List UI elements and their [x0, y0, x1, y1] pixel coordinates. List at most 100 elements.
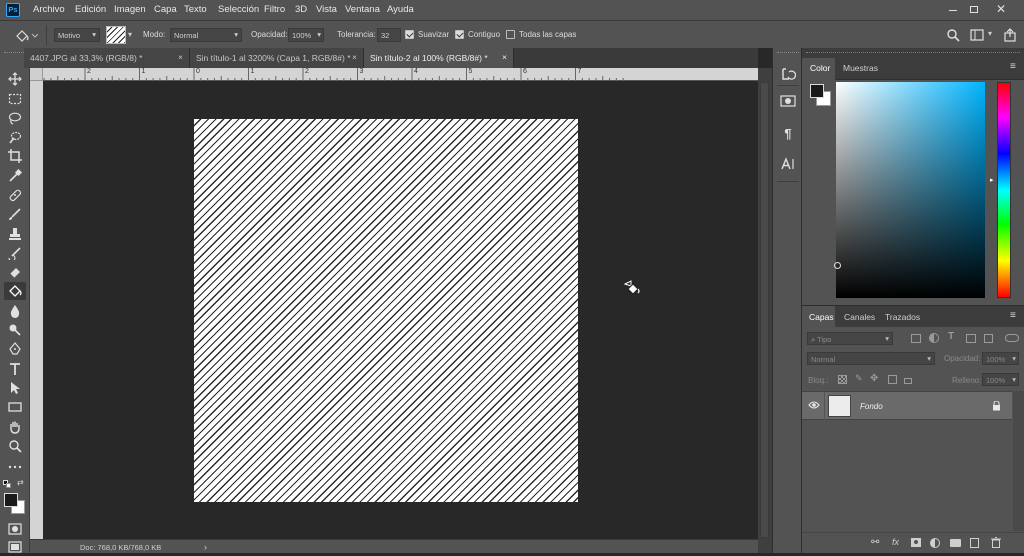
rectangle-tool-icon[interactable] — [4, 398, 26, 416]
swap-colors-icon[interactable]: ⇄ — [17, 478, 26, 487]
color-picker-marker[interactable] — [834, 262, 841, 269]
contiguous-checkbox[interactable] — [455, 30, 464, 39]
filter-type-icon[interactable]: T — [948, 331, 954, 342]
lasso-tool-icon[interactable] — [4, 109, 26, 127]
canvas-workspace[interactable] — [43, 81, 758, 539]
search-icon[interactable] — [946, 28, 960, 42]
visibility-eye-icon[interactable] — [808, 400, 820, 410]
history-panel-icon[interactable] — [780, 66, 797, 82]
adjustments-panel-icon[interactable] — [780, 93, 796, 109]
fill-input[interactable]: 100% ▾ — [982, 373, 1019, 386]
character-panel-icon[interactable] — [780, 156, 796, 172]
blend-mode-select[interactable]: Normal ▾ — [807, 352, 935, 365]
tab-close-icon[interactable]: × — [352, 52, 357, 62]
history-brush-tool-icon[interactable] — [4, 244, 26, 262]
all-layers-checkbox[interactable] — [506, 30, 515, 39]
layer-row[interactable]: Fondo — [802, 391, 1012, 420]
menu-capa[interactable]: Capa — [154, 4, 177, 15]
tab-color[interactable]: Color — [802, 58, 835, 80]
menu-vista[interactable]: Vista — [316, 4, 337, 15]
menu-imagen[interactable]: Imagen — [114, 4, 146, 15]
zoom-tool-icon[interactable] — [4, 437, 26, 455]
close-icon[interactable]: ✕ — [994, 2, 1008, 16]
mode-select[interactable]: Normal ▾ — [170, 28, 242, 42]
clone-stamp-tool-icon[interactable] — [4, 225, 26, 243]
crop-tool-icon[interactable] — [4, 147, 26, 165]
brush-tool-icon[interactable] — [4, 205, 26, 223]
layer-style-icon[interactable]: fx — [892, 537, 899, 547]
pattern-picker-chevron-icon[interactable]: ▾ — [128, 30, 132, 39]
hue-slider[interactable] — [997, 82, 1011, 298]
default-colors-icon[interactable] — [3, 480, 11, 488]
menu-texto[interactable]: Texto — [184, 4, 207, 15]
status-menu-arrow-icon[interactable]: › — [204, 542, 207, 552]
lock-transparent-icon[interactable] — [838, 375, 847, 384]
document-canvas[interactable] — [194, 119, 578, 502]
ruler-horizontal[interactable]: 32101234567 — [30, 68, 758, 81]
new-layer-icon[interactable] — [970, 538, 979, 548]
paint-bucket-tool-icon[interactable] — [4, 282, 26, 300]
link-layers-icon[interactable]: ⚯ — [871, 537, 879, 548]
lock-position-icon[interactable]: ✥ — [870, 373, 878, 384]
filter-adjustment-icon[interactable] — [929, 333, 939, 343]
color-field[interactable] — [836, 82, 985, 298]
filter-smart-object-icon[interactable] — [984, 334, 993, 343]
panel-collapse-handle[interactable] — [4, 52, 26, 58]
layer-name[interactable]: Fondo — [860, 402, 883, 411]
menu-3d[interactable]: 3D — [295, 4, 307, 15]
dodge-tool-icon[interactable] — [4, 321, 26, 339]
tab-trazados[interactable]: Trazados — [885, 312, 920, 322]
menu-ventana[interactable]: Ventana — [345, 4, 380, 15]
tab-sin-titulo-1[interactable]: Sin título-1 al 3200% (Capa 1, RGB/8#) *… — [190, 48, 364, 68]
paint-bucket-preset-icon[interactable] — [14, 27, 39, 43]
tab-muestras[interactable]: Muestras — [843, 63, 878, 73]
tab-sin-titulo-2[interactable]: Sin título-2 al 100% (RGB/8#) * × — [364, 48, 514, 68]
filter-toggle[interactable] — [1005, 334, 1019, 342]
chevron-down-icon[interactable]: ▾ — [988, 29, 992, 38]
lock-artboard-icon[interactable] — [888, 375, 897, 384]
screen-mode-icon[interactable] — [4, 538, 26, 556]
move-tool-icon[interactable] — [4, 70, 26, 88]
panel-menu-icon[interactable]: ≡ — [1010, 61, 1016, 72]
filter-shape-icon[interactable] — [966, 334, 976, 343]
hue-slider-thumb-icon[interactable]: ▸ — [990, 176, 994, 184]
layer-opacity-input[interactable]: 100% ▾ — [982, 352, 1019, 365]
menu-archivo[interactable]: Archivo — [33, 4, 65, 15]
add-mask-icon[interactable] — [911, 538, 921, 547]
opacity-input[interactable]: 100% ▾ — [288, 28, 324, 42]
eraser-tool-icon[interactable] — [4, 263, 26, 281]
vertical-scrollbar[interactable] — [758, 68, 772, 553]
more-tools-icon[interactable] — [4, 457, 26, 475]
menu-ayuda[interactable]: Ayuda — [387, 4, 414, 15]
share-icon[interactable] — [1003, 28, 1017, 42]
layer-thumbnail[interactable] — [828, 395, 851, 417]
eyedropper-tool-icon[interactable] — [4, 167, 26, 185]
scroll-thumb[interactable] — [760, 82, 769, 538]
panel-collapse-handle[interactable] — [806, 52, 1020, 56]
tolerance-input[interactable]: 32 — [377, 28, 401, 42]
menu-edicion[interactable]: Edición — [75, 4, 106, 15]
tab-4407-jpg[interactable]: 4407.JPG al 33,3% (RGB/8) * × — [24, 48, 190, 68]
menu-filtro[interactable]: Filtro — [264, 4, 285, 15]
layers-scrollbar[interactable] — [1013, 391, 1024, 531]
panel-menu-icon[interactable]: ≡ — [1010, 310, 1016, 321]
new-adjustment-layer-icon[interactable] — [930, 538, 940, 548]
new-group-icon[interactable] — [950, 539, 961, 547]
fill-source-select[interactable]: Motivo ▾ — [54, 28, 100, 42]
panel-strip-handle[interactable] — [777, 52, 799, 56]
foreground-color-swatch[interactable] — [4, 493, 18, 507]
pattern-swatch[interactable] — [106, 26, 126, 44]
hand-tool-icon[interactable] — [4, 418, 26, 436]
pen-tool-icon[interactable] — [4, 340, 26, 358]
healing-brush-tool-icon[interactable] — [4, 186, 26, 204]
maximize-icon[interactable] — [968, 4, 980, 16]
lock-pixels-icon[interactable]: ✎ — [855, 373, 863, 384]
tab-close-icon[interactable]: × — [502, 52, 507, 62]
tab-canales[interactable]: Canales — [844, 312, 875, 322]
workspace-icon[interactable] — [970, 28, 984, 42]
filter-pixel-icon[interactable] — [911, 334, 921, 343]
delete-layer-icon[interactable] — [991, 537, 1001, 548]
type-tool-icon[interactable] — [4, 360, 26, 378]
tab-capas[interactable]: Capas — [802, 306, 835, 328]
smooth-checkbox[interactable] — [405, 30, 414, 39]
